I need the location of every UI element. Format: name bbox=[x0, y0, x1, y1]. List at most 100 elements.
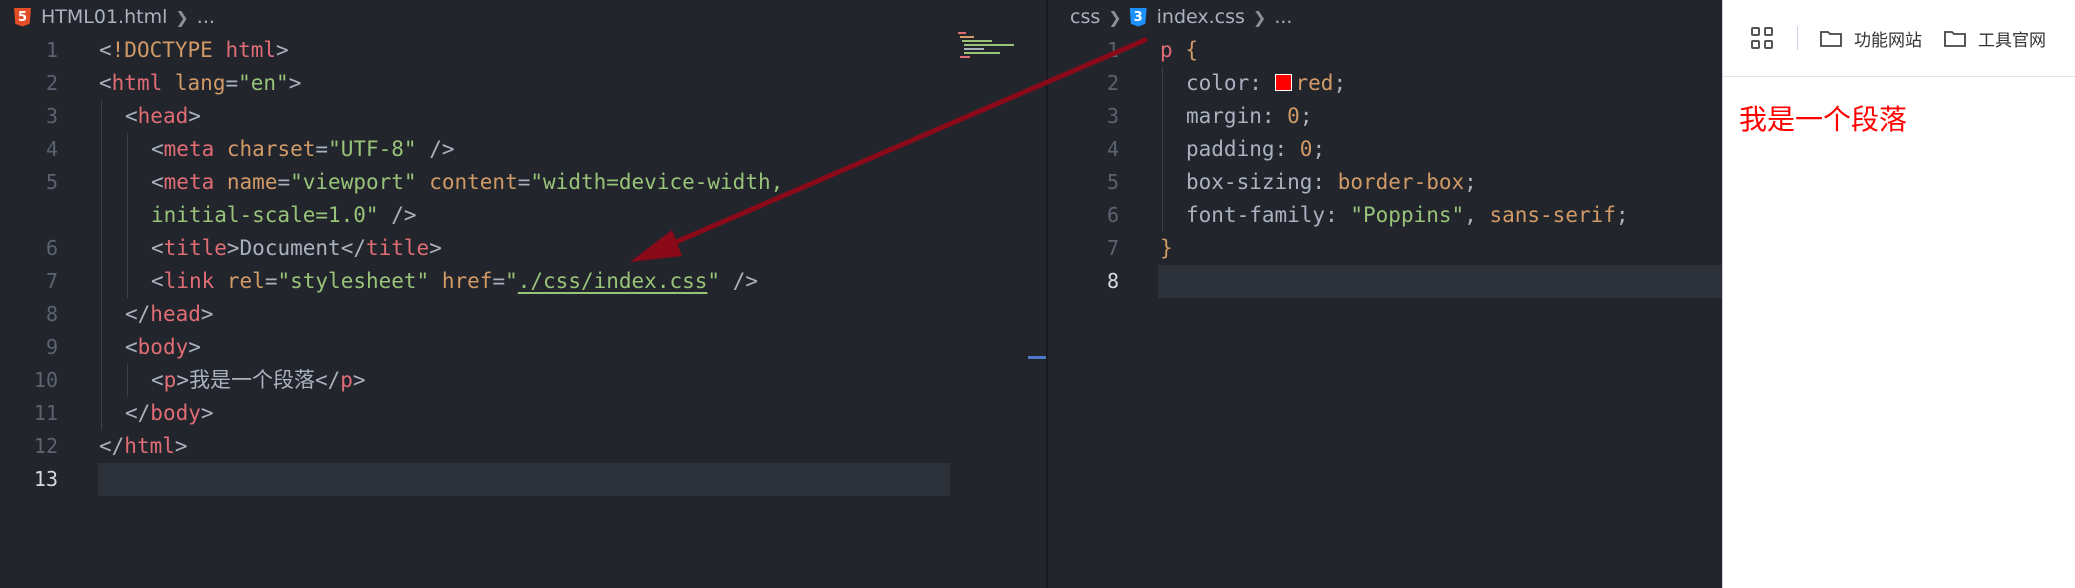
color-swatch[interactable] bbox=[1274, 74, 1292, 91]
code-text: <link rel="stylesheet" href="./css/index… bbox=[151, 269, 758, 293]
line-number: 1 bbox=[1106, 38, 1119, 62]
code-text: </html> bbox=[99, 434, 188, 458]
chevron-right-icon: ❯ bbox=[1252, 7, 1267, 27]
line-number: 8 bbox=[45, 302, 58, 326]
code-line[interactable]: 4 padding: 0; bbox=[1048, 133, 1722, 166]
line-number: 3 bbox=[1106, 104, 1119, 128]
code-line[interactable]: 9 <body> bbox=[0, 331, 1046, 364]
code-line[interactable]: 13 bbox=[34, 463, 950, 496]
breadcrumb-folder[interactable]: css bbox=[1070, 6, 1100, 28]
code-line[interactable]: 8 bbox=[1107, 265, 1722, 298]
chevron-right-icon: ❯ bbox=[1108, 7, 1122, 27]
code-line[interactable]: 7} bbox=[1048, 232, 1722, 265]
code-text: p { bbox=[1160, 38, 1198, 62]
code-line[interactable]: 2 <html lang="en"> bbox=[0, 67, 1046, 100]
preview-paragraph: 我是一个段落 bbox=[1739, 103, 1908, 136]
code-text: </body> bbox=[125, 401, 214, 425]
line-number: 10 bbox=[33, 368, 58, 392]
code-line[interactable]: 10 <p>我是一个段落</p> bbox=[0, 364, 1046, 397]
line-number: 4 bbox=[1106, 137, 1119, 161]
code-text: box-sizing: border-box; bbox=[1186, 170, 1477, 194]
code-line[interactable]: 6 font-family: "Poppins", sans-serif; bbox=[1048, 199, 1722, 232]
indent-guide bbox=[127, 232, 128, 265]
code-line[interactable]: initial-scale=1.0" /> bbox=[0, 199, 1046, 232]
css3-icon: 3 bbox=[1129, 7, 1147, 27]
code-line[interactable]: 1 p { bbox=[1048, 34, 1722, 67]
code-text: <p>我是一个段落</p> bbox=[151, 368, 366, 392]
code-line[interactable]: 8 </head> bbox=[0, 298, 1046, 331]
code-text: color: red; bbox=[1186, 71, 1347, 95]
indent-guide bbox=[127, 166, 128, 199]
code-text: } bbox=[1160, 236, 1173, 260]
bookmark-folder-2[interactable]: 工具官网 bbox=[1944, 26, 2046, 51]
line-number: 11 bbox=[33, 401, 58, 425]
breadcrumb-file[interactable]: index.css bbox=[1157, 6, 1245, 28]
folder-icon bbox=[1820, 30, 1842, 47]
bookmarks-bar: 功能网站 工具官网 bbox=[1723, 0, 2075, 77]
code-line[interactable]: 6 <title>Document</title> bbox=[0, 232, 1046, 265]
code-line[interactable]: 5 box-sizing: border-box; bbox=[1048, 166, 1722, 199]
bookmark-label: 工具官网 bbox=[1978, 30, 2046, 51]
code-text: <head> bbox=[125, 104, 201, 128]
breadcrumb-ellipsis[interactable]: ... bbox=[1274, 6, 1292, 28]
scrollbar-marker bbox=[1028, 356, 1046, 359]
breadcrumb-ellipsis[interactable]: ... bbox=[197, 6, 215, 28]
code-text: </head> bbox=[125, 302, 214, 326]
code-line[interactable]: 12 </html> bbox=[0, 430, 1046, 463]
line-number: 1 bbox=[45, 38, 58, 62]
code-text: font-family: "Poppins", sans-serif; bbox=[1186, 203, 1629, 227]
line-number: 9 bbox=[45, 335, 58, 359]
bookmark-folder-1[interactable]: 功能网站 bbox=[1820, 26, 1922, 51]
css-breadcrumb: css ❯ 3 index.css ❯ ... bbox=[1048, 0, 1722, 34]
indent-guide bbox=[1162, 133, 1163, 166]
line-number: 12 bbox=[33, 434, 58, 458]
minimap[interactable] bbox=[958, 30, 1016, 60]
line-number: 2 bbox=[45, 71, 58, 95]
code-line[interactable]: 5 <meta name="viewport" content="width=de… bbox=[0, 166, 1046, 199]
breadcrumb-file[interactable]: HTML01.html bbox=[41, 6, 167, 28]
code-line[interactable]: 2 color: red; bbox=[1048, 67, 1722, 100]
code-line[interactable]: 1 <!DOCTYPE html> bbox=[0, 34, 1046, 67]
code-line[interactable]: 11 </body> bbox=[0, 397, 1046, 430]
chevron-right-icon: ❯ bbox=[175, 7, 189, 27]
css-editor-pane[interactable]: css ❯ 3 index.css ❯ ... 1 p { 2 color: red;… bbox=[1048, 0, 1722, 588]
code-text: <title>Document</title> bbox=[151, 236, 442, 260]
code-text: margin: 0; bbox=[1186, 104, 1313, 128]
indent-guide bbox=[101, 100, 102, 133]
indent-guide bbox=[127, 364, 128, 397]
apps-grid-icon[interactable] bbox=[1751, 27, 1773, 49]
html-code-area[interactable]: 1 <!DOCTYPE html> 2 <html lang="en"> 3 <head>… bbox=[0, 34, 1046, 496]
indent-guide bbox=[127, 199, 128, 232]
indent-guide bbox=[101, 397, 102, 430]
indent-guide bbox=[101, 199, 102, 232]
indent-guide bbox=[127, 133, 128, 166]
indent-guide bbox=[101, 265, 102, 298]
line-number: 2 bbox=[1106, 71, 1119, 95]
code-line[interactable]: 3 margin: 0; bbox=[1048, 100, 1722, 133]
bookmark-label: 功能网站 bbox=[1854, 30, 1922, 51]
code-text: padding: 0; bbox=[1186, 137, 1326, 161]
bookmarks-separator bbox=[1797, 26, 1798, 50]
html5-icon: 5 bbox=[14, 7, 31, 27]
indent-guide bbox=[1162, 67, 1163, 100]
html-breadcrumb: 5 HTML01.html ❯ ... bbox=[0, 0, 1046, 34]
css-code-area[interactable]: 1 p { 2 color: red; 3 margin: 0; 4 padding: 0; 5… bbox=[1048, 34, 1722, 298]
code-line[interactable]: 3 <head> bbox=[0, 100, 1046, 133]
indent-guide bbox=[101, 166, 102, 199]
code-line[interactable]: 4 <meta charset="UTF-8" /> bbox=[0, 133, 1046, 166]
indent-guide bbox=[127, 265, 128, 298]
code-text: <html lang="en"> bbox=[99, 71, 302, 95]
line-number: 4 bbox=[45, 137, 58, 161]
code-line[interactable]: 7 <link rel="stylesheet" href="./css/inde… bbox=[0, 265, 1046, 298]
line-number: 8 bbox=[1106, 269, 1119, 293]
browser-preview: 功能网站 工具官网 我是一个段落 bbox=[1722, 0, 2075, 588]
html-editor-pane[interactable]: 5 HTML01.html ❯ ... 1 <!DOCTYPE html> 2 <ht… bbox=[0, 0, 1046, 588]
line-number: 3 bbox=[45, 104, 58, 128]
line-number: 13 bbox=[33, 467, 58, 491]
indent-guide bbox=[101, 232, 102, 265]
code-text: <!DOCTYPE html> bbox=[99, 38, 289, 62]
indent-guide bbox=[101, 133, 102, 166]
code-text: <meta charset="UTF-8" /> bbox=[151, 137, 455, 161]
line-number: 7 bbox=[1106, 236, 1119, 260]
folder-icon bbox=[1944, 30, 1966, 47]
